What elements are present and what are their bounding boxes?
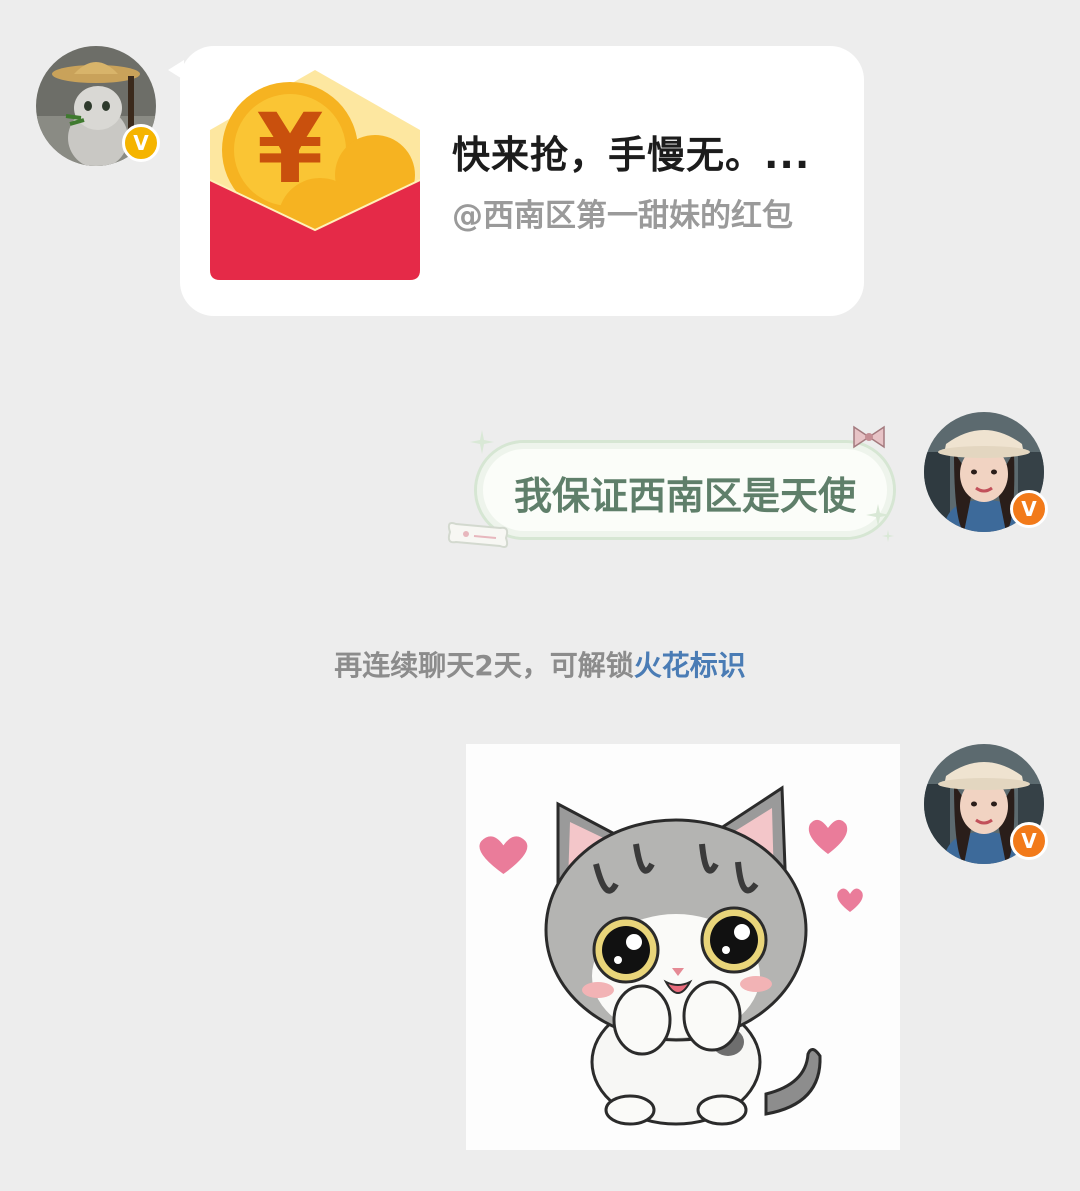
red-envelope-icon: ¥ — [210, 70, 420, 280]
red-packet-message[interactable]: ¥ 快来抢，手慢无。... @西南区第一甜妹的红包 — [180, 46, 864, 316]
self-avatar[interactable]: V — [924, 412, 1048, 532]
yuan-symbol: ¥ — [257, 93, 324, 205]
cat-sticker-message[interactable] — [466, 744, 900, 1150]
system-notice-text: 再连续聊天2天，可解锁 — [334, 649, 634, 682]
verified-badge-icon: V — [1010, 822, 1048, 860]
bow-icon — [853, 425, 885, 449]
sender-avatar[interactable]: V — [36, 46, 160, 166]
sparkle-icon — [470, 430, 494, 454]
spark-badge-link[interactable]: 火花标识 — [634, 649, 746, 682]
red-packet-subtitle: @西南区第一甜妹的红包 — [452, 198, 793, 234]
cat-sticker-image — [479, 785, 863, 1126]
verified-badge-icon: V — [122, 124, 160, 162]
red-packet-title: 快来抢，手慢无。... — [452, 133, 811, 177]
text-message-bubble[interactable]: 我保证西南区是天使 — [474, 440, 896, 540]
self-avatar[interactable]: V — [924, 744, 1048, 864]
message-text: 我保证西南区是天使 — [513, 474, 856, 518]
bone-sticker-icon — [447, 522, 509, 548]
verified-badge-icon: V — [1010, 490, 1048, 528]
system-notice: 再连续聊天2天，可解锁火花标识 — [0, 644, 1080, 684]
sparkle-icon — [866, 504, 894, 542]
